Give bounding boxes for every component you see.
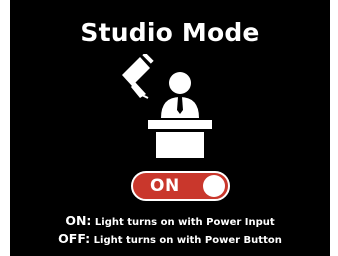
page-title: Studio Mode <box>80 18 260 47</box>
on-key: ON: <box>65 213 92 228</box>
studio-mode-screen: Studio Mode ON ON: Light turns on with P… <box>10 0 330 256</box>
on-text: Light turns on with Power Input <box>94 217 275 228</box>
on-description: ON: Light turns on with Power Input <box>10 213 330 230</box>
toggle-state-label: ON <box>150 176 180 196</box>
podium-icon <box>148 120 212 158</box>
studio-mode-toggle[interactable]: ON <box>131 171 230 201</box>
off-description: OFF: Light turns on with Power Button <box>10 231 330 248</box>
studio-light-icon <box>122 54 154 99</box>
off-text: Light turns on with Power Button <box>93 235 282 246</box>
off-key: OFF: <box>58 231 91 246</box>
studio-presenter-illustration <box>122 54 212 158</box>
presenter-icon <box>161 72 199 118</box>
toggle-knob <box>203 175 225 197</box>
